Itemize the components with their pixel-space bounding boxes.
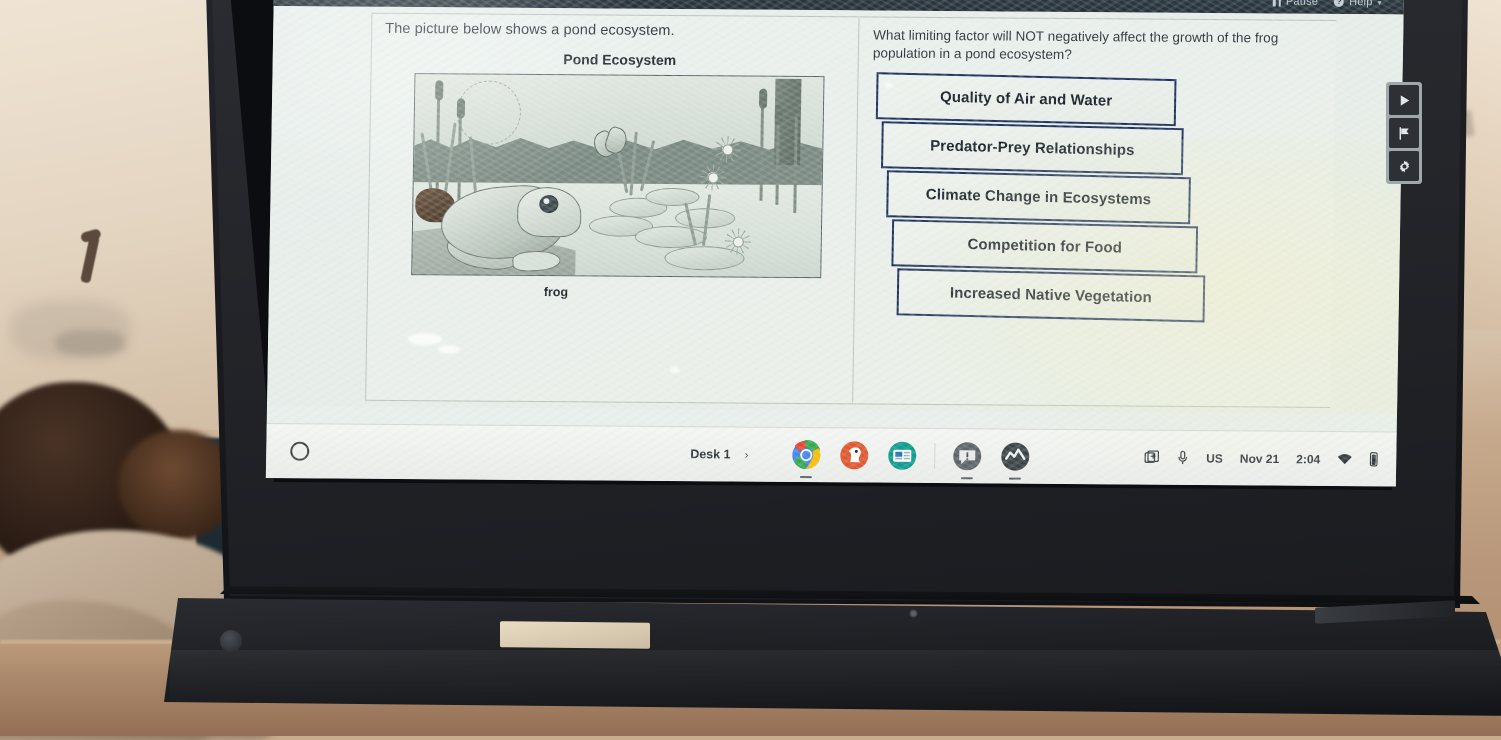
answer-choice[interactable]: Predator-Prey Relationships (880, 121, 1184, 176)
stimulus-text: The picture below shows a pond ecosystem… (385, 20, 675, 40)
answer-choice[interactable]: Increased Native Vegetation (896, 268, 1206, 323)
touchpad[interactable] (500, 621, 650, 649)
pause-label: Pause (1285, 0, 1319, 8)
keyboard-layout-label[interactable]: US (1206, 451, 1223, 465)
shelf-separator (934, 443, 936, 470)
news-app-icon[interactable] (886, 440, 919, 472)
desk-label: Desk 1 (690, 447, 731, 462)
pond-ecosystem-illustration (411, 73, 825, 279)
answer-choice[interactable]: Quality of Air and Water (875, 72, 1177, 127)
desk-switcher[interactable]: Desk 1 › (690, 447, 749, 461)
screen-capture-icon[interactable] (1144, 450, 1159, 465)
launcher-circle-icon[interactable] (290, 441, 310, 461)
help-button[interactable]: ? Help ▾ (1334, 0, 1382, 8)
battery-icon[interactable] (1369, 452, 1378, 467)
wall-smudge-secondary (55, 330, 125, 356)
image-caption: frog (543, 285, 569, 300)
butterfly-icon (589, 125, 631, 161)
app-active-indicator (960, 476, 973, 480)
gear-icon[interactable] (1389, 151, 1419, 181)
pause-icon (1273, 0, 1281, 6)
chromebook: Pause ? Help ▾ The picture below shows a… (164, 0, 1501, 716)
lily-pad (645, 187, 700, 207)
pause-button[interactable]: Pause (1273, 0, 1318, 8)
chevron-right-icon: › (744, 447, 749, 462)
help-circle-icon: ? (1334, 0, 1345, 8)
chromeos-shelf: Desk 1 › US Nov 21 2:04 (265, 423, 1397, 487)
answer-choice[interactable]: Climate Change in Ecosystems (886, 170, 1191, 225)
question-text: What limiting factor will NOT negatively… (872, 27, 1279, 63)
question-toolbar (1386, 82, 1422, 184)
shelf-apps (790, 439, 1032, 480)
answer-choice[interactable]: Competition for Food (891, 219, 1199, 274)
laptop-base-reflection (170, 650, 1501, 710)
activity-icon[interactable] (999, 440, 1032, 480)
app-active-indicator (1008, 477, 1021, 480)
answer-panel: What limiting factor will NOT negatively… (868, 27, 1333, 324)
help-label: Help (1349, 0, 1373, 9)
stimulus-panel: The picture below shows a pond ecosystem… (381, 21, 856, 302)
wifi-icon[interactable] (1337, 453, 1352, 465)
duckduckgo-icon[interactable] (838, 439, 871, 471)
flag-icon[interactable] (1389, 118, 1419, 148)
date-label[interactable]: Nov 21 (1240, 451, 1280, 465)
chrome-icon[interactable] (790, 439, 823, 479)
announcement-icon[interactable] (951, 440, 984, 480)
play-icon[interactable] (1389, 85, 1419, 115)
system-tray[interactable]: US Nov 21 2:04 (1144, 450, 1378, 467)
image-title: Pond Ecosystem (563, 51, 677, 69)
question-content-area: The picture below shows a pond ecosystem… (267, 6, 1404, 415)
laptop-base-indicator (910, 610, 917, 617)
screen-content: Pause ? Help ▾ The picture below shows a… (265, 0, 1404, 487)
microphone-icon[interactable] (1176, 450, 1189, 465)
chevron-down-icon: ▾ (1377, 0, 1382, 7)
answer-choices: Quality of Air and Water Predator-Prey R… (869, 72, 1333, 323)
app-active-indicator (799, 475, 812, 479)
time-label[interactable]: 2:04 (1296, 452, 1320, 466)
laptop-base-port (220, 630, 242, 652)
